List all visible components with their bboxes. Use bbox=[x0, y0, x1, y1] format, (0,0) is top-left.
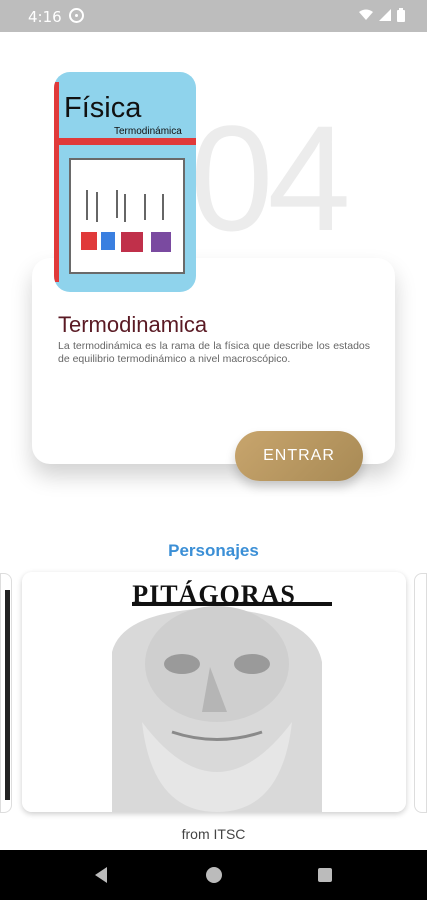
wifi-icon bbox=[359, 9, 373, 20]
book-subtitle: Termodinámica bbox=[114, 126, 182, 137]
recents-icon[interactable] bbox=[318, 868, 332, 882]
status-bar: 4:16 bbox=[0, 0, 427, 32]
book-cover: Física Termodinámica bbox=[54, 72, 196, 292]
experiment-illustration bbox=[81, 190, 171, 252]
section-title: Personajes bbox=[168, 541, 259, 560]
navigation-bar bbox=[0, 850, 427, 900]
sync-icon bbox=[69, 8, 84, 23]
carousel-next-item[interactable] bbox=[414, 573, 427, 813]
book-illustration bbox=[69, 158, 185, 274]
book-title: Física bbox=[64, 92, 142, 124]
enter-button[interactable]: ENTRAR bbox=[235, 431, 363, 481]
carousel-item-label: PITÁGORAS bbox=[132, 580, 296, 609]
background-number: 04 bbox=[190, 94, 351, 262]
card-description: La termodinámica es la rama de la física… bbox=[58, 340, 370, 365]
book-spine bbox=[54, 82, 59, 282]
carousel-item-current[interactable]: PITÁGORAS bbox=[22, 572, 406, 812]
book-band bbox=[54, 138, 196, 145]
battery-icon bbox=[397, 8, 405, 22]
card-title: Termodinamica bbox=[58, 312, 208, 337]
carousel-prev-item[interactable] bbox=[0, 573, 12, 813]
footer-text: from ITSC bbox=[181, 826, 246, 842]
signal-icon bbox=[379, 9, 391, 21]
back-icon[interactable] bbox=[95, 867, 107, 883]
home-icon[interactable] bbox=[206, 867, 222, 883]
status-icons bbox=[359, 8, 405, 22]
status-time: 4:16 bbox=[28, 8, 62, 26]
